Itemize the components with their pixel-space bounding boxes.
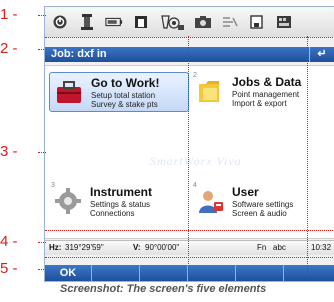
menu-tile-user[interactable]: 4 User Software settings Screen & audio — [191, 182, 331, 222]
menu-tile-go-to-work[interactable]: 1 Go to Work! Setup total stationSurvey … — [49, 72, 189, 112]
callout-5: 5 - — [0, 260, 18, 277]
keyboard-icon[interactable] — [275, 13, 293, 31]
leader-line-3 — [38, 152, 46, 153]
softkey-bar: OK — [45, 265, 334, 281]
clock: 10:32 — [311, 243, 332, 252]
callout-3: 3 - — [0, 143, 18, 160]
divider-leader-middle — [45, 230, 333, 231]
fn-indicator: Fn — [257, 243, 267, 252]
camera-icon[interactable] — [194, 13, 212, 31]
leader-line-4 — [38, 242, 46, 243]
v-label: V: — [133, 243, 141, 252]
menu-tile-instrument[interactable]: 3 Instrument Settings & status Connection… — [49, 182, 189, 222]
tile-description: Setup total station Survey & stake pts — [91, 91, 158, 109]
vertical-leader-center — [188, 36, 189, 280]
leader-line-2 — [38, 49, 46, 50]
page-title: Job: dxf in — [51, 48, 107, 60]
softkey-3[interactable] — [140, 265, 188, 281]
measurement-status-bar: Hz: 319°29'59" V: 90°00'00" Fn abc 10:32 — [45, 240, 334, 255]
hz-label: Hz: — [49, 243, 62, 252]
status-icon-bar — [45, 7, 334, 37]
folder-icon — [196, 78, 224, 104]
softkey-6[interactable] — [284, 265, 333, 281]
callout-1: 1 - — [0, 6, 18, 23]
laser-beam-icon[interactable] — [221, 13, 239, 31]
device-screen: Job: dxf in ↵ SmartWorx Viva 1 Go to Wor… — [44, 6, 334, 282]
softkey-4[interactable] — [188, 265, 236, 281]
gear-icon — [54, 188, 82, 214]
back-button[interactable]: ↵ — [309, 47, 334, 62]
product-watermark: SmartWorx Viva — [150, 154, 242, 168]
tile-description: Software settings Screen & audio — [232, 200, 294, 218]
input-mode-indicator: abc — [273, 243, 286, 252]
level-bubble-icon[interactable] — [78, 13, 96, 31]
menu-tile-jobs-data[interactable]: 2 Jobs & Data Point management Import & e… — [191, 72, 331, 112]
page-icon[interactable] — [248, 13, 266, 31]
tile-title: User — [232, 185, 259, 199]
power-icon[interactable] — [51, 13, 69, 31]
softkey-2[interactable] — [92, 265, 140, 281]
leader-line-1 — [38, 15, 46, 16]
callout-4: 4 - — [0, 233, 18, 250]
v-value: 90°00'00" — [145, 243, 180, 252]
user-icon — [196, 188, 224, 214]
leader-line-5 — [38, 269, 46, 270]
toolbox-icon — [55, 79, 83, 105]
ok-softkey[interactable]: OK — [45, 265, 92, 281]
tile-title: Jobs & Data — [232, 75, 302, 89]
tile-title: Go to Work! — [91, 76, 160, 90]
title-bar: Job: dxf in ↵ — [45, 47, 334, 62]
divider-leader-top — [45, 37, 333, 38]
tile-title: Instrument — [90, 185, 153, 199]
callout-2: 2 - — [0, 40, 18, 57]
tile-description: Settings & status Connections — [90, 200, 151, 218]
battery-icon[interactable] — [105, 13, 123, 31]
main-menu: SmartWorx Viva 1 Go to Work! Setup total… — [45, 65, 334, 239]
figure-caption: Screenshot: The screen's five elements — [60, 283, 267, 295]
prism-target-icon[interactable] — [159, 13, 185, 31]
softkey-5[interactable] — [236, 265, 284, 281]
memory-card-icon[interactable] — [132, 13, 150, 31]
hz-value: 319°29'59" — [65, 243, 104, 252]
vertical-leader-right — [307, 36, 308, 280]
divider-leader-bottom — [45, 257, 333, 258]
tile-description: Point management Import & export — [232, 90, 300, 108]
